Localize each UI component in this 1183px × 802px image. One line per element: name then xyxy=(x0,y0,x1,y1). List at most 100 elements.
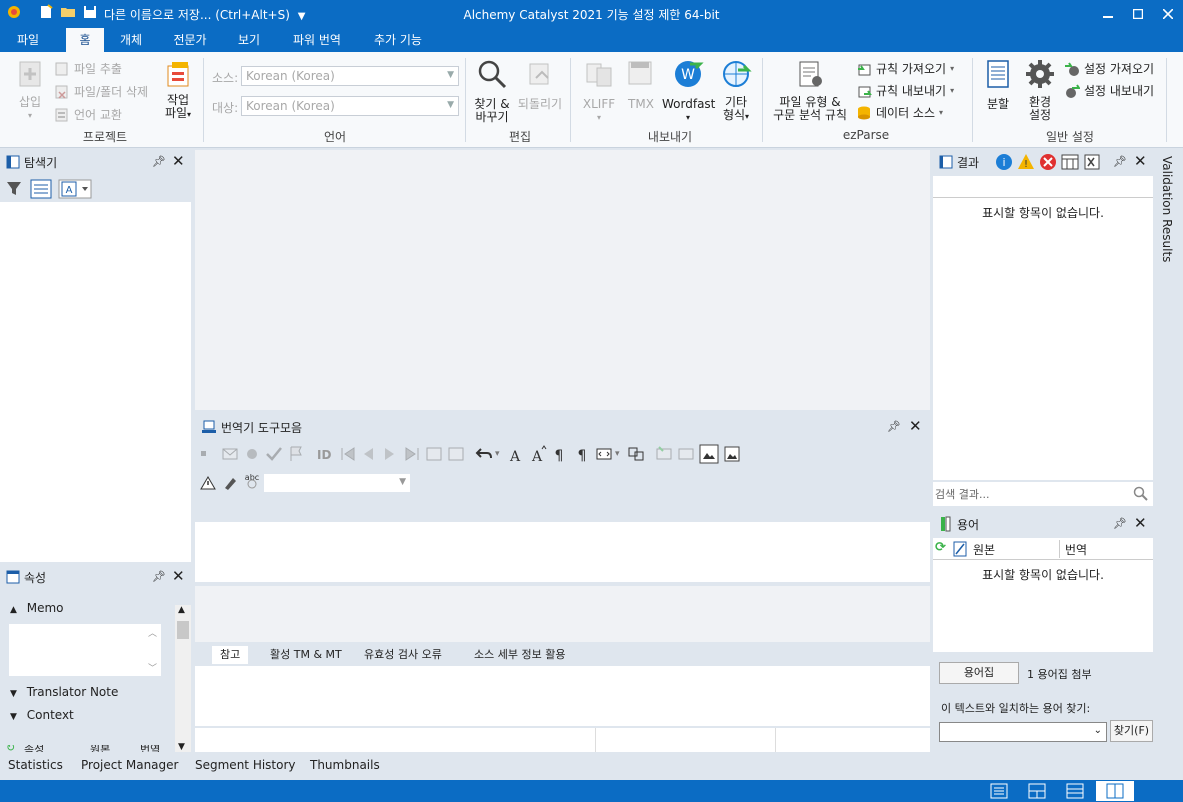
results-filter-bar[interactable] xyxy=(933,176,1153,198)
previous-segment-icon[interactable] xyxy=(359,445,377,463)
pilcrow-icon[interactable]: ¶ xyxy=(573,445,591,463)
tab-active-tm-mt[interactable]: 활성 TM & MT xyxy=(262,646,350,664)
scroll-thumb[interactable] xyxy=(177,621,189,639)
tab-file[interactable]: 파일 xyxy=(6,28,50,52)
source-segment-pane[interactable] xyxy=(195,522,930,582)
maximize-button[interactable] xyxy=(1123,0,1153,28)
memo-section[interactable]: ▲ Memo xyxy=(10,601,64,615)
tag-dropdown-icon[interactable]: ▾ xyxy=(615,449,620,459)
dictionary-select[interactable]: ▼ xyxy=(263,473,411,493)
tab-segment-history[interactable]: Segment History xyxy=(187,752,304,778)
tmx-button[interactable]: TMX xyxy=(622,58,660,111)
tab-source-details[interactable]: 소스 세부 정보 활용 xyxy=(466,646,573,664)
search-icon[interactable] xyxy=(1133,486,1149,502)
find-replace-button[interactable]: 찾기 & 바꾸기 xyxy=(470,58,514,124)
copy-source-icon[interactable] xyxy=(655,445,673,463)
close-icon[interactable]: ✕ xyxy=(1134,514,1147,532)
increase-font-icon[interactable]: A xyxy=(529,445,547,463)
file-type-parse-rules-button[interactable]: 파일 유형 & 구문 분석 규칙 xyxy=(768,58,852,122)
grid-icon[interactable] xyxy=(1061,153,1079,171)
data-source-button[interactable]: 데이터 소스 ▾ xyxy=(856,104,943,121)
terms-col-translation[interactable]: 번역 xyxy=(1065,541,1087,558)
pin-icon[interactable]: 📌︎ xyxy=(887,420,901,433)
tab-add-ins[interactable]: 추가 기능 xyxy=(362,28,434,52)
mark-icon[interactable] xyxy=(243,445,261,463)
other-format-button[interactable]: 기타 형식▾ xyxy=(714,58,758,123)
translator-note-section[interactable]: ▼ Translator Note xyxy=(10,685,118,699)
clear-translation-icon[interactable] xyxy=(677,445,695,463)
tab-statistics[interactable]: Statistics xyxy=(0,752,71,778)
tab-power-translate[interactable]: 파워 번역 xyxy=(282,28,352,52)
pin-icon[interactable]: 📌︎ xyxy=(1113,517,1127,530)
layout-list-icon[interactable] xyxy=(990,783,1008,799)
results-list[interactable]: 표시할 항목이 없습니다. xyxy=(933,198,1153,480)
swap-language-button[interactable]: 언어 교환 xyxy=(54,106,122,123)
warning-icon[interactable] xyxy=(199,474,217,492)
pin-icon[interactable]: 📌︎ xyxy=(152,155,166,168)
tag-icon[interactable] xyxy=(595,445,613,463)
next-segment-icon[interactable] xyxy=(381,445,399,463)
close-icon[interactable]: ✕ xyxy=(909,417,922,435)
list-view-icon[interactable] xyxy=(30,179,52,199)
font-selector-icon[interactable]: A xyxy=(58,179,92,199)
layout-split-icon[interactable] xyxy=(1028,783,1046,799)
tab-view[interactable]: 보기 xyxy=(228,28,270,52)
layout-vertical-active[interactable] xyxy=(1096,781,1134,801)
delete-file-folder-button[interactable]: 파일/폴더 삭제 xyxy=(54,83,148,100)
edit-term-icon[interactable] xyxy=(953,541,967,557)
target-segment-pane[interactable] xyxy=(195,586,930,642)
image-icon[interactable] xyxy=(723,445,741,463)
first-segment-icon[interactable] xyxy=(339,445,357,463)
glossary-button[interactable]: 용어집 xyxy=(939,662,1019,684)
properties-scrollbar[interactable]: ▲ ▼ xyxy=(175,605,191,752)
check-icon[interactable] xyxy=(265,445,283,463)
minimize-button[interactable] xyxy=(1093,0,1123,28)
refresh-icon[interactable]: ⟳ xyxy=(935,540,946,555)
id-button[interactable]: ID xyxy=(317,448,331,462)
pilcrow-tag-icon[interactable]: ¶ xyxy=(551,445,569,463)
decrease-font-icon[interactable]: A xyxy=(507,445,525,463)
pin-icon[interactable]: 📌︎ xyxy=(152,570,166,583)
xliff-button[interactable]: XLIFF ▾ xyxy=(578,58,620,124)
wordfast-button[interactable]: W Wordfast ▾ xyxy=(662,58,715,124)
segment-icon[interactable] xyxy=(199,445,217,463)
close-icon[interactable]: ✕ xyxy=(1134,152,1147,170)
link-icon[interactable] xyxy=(627,445,645,463)
abc-check-icon[interactable]: abc xyxy=(243,472,261,490)
tab-object[interactable]: 개체 xyxy=(110,28,152,52)
scroll-up-icon[interactable]: ▲ xyxy=(178,605,185,615)
export-rules-button[interactable]: 규칙 내보내기 ▾ xyxy=(856,82,954,99)
pin-icon[interactable]: 📌︎ xyxy=(1113,155,1127,168)
find-terms-select[interactable]: ⌄ xyxy=(939,722,1107,742)
import-rules-button[interactable]: 규칙 가져오기 ▾ xyxy=(856,60,954,77)
tab-validation-errors[interactable]: 유효성 검사 오류 xyxy=(356,646,450,664)
close-icon[interactable]: ✕ xyxy=(172,152,185,170)
close-icon[interactable]: ✕ xyxy=(172,567,185,585)
filter-icon[interactable] xyxy=(6,180,24,198)
terms-col-source[interactable]: 원본 xyxy=(973,541,995,558)
source-language-select[interactable]: Korean (Korea) ▼ xyxy=(241,66,459,86)
tab-reference[interactable]: 참고 xyxy=(212,646,249,664)
environment-settings-button[interactable]: 환경 설정 xyxy=(1020,58,1060,122)
tab-thumbnails[interactable]: Thumbnails xyxy=(302,752,388,778)
tab-home[interactable]: 홈 xyxy=(66,28,104,52)
results-search-input[interactable]: 검색 결과... xyxy=(933,482,1153,506)
insert-button[interactable]: 삽입 ▾ xyxy=(10,58,50,122)
image-active-icon[interactable] xyxy=(699,444,719,464)
layout-horizontal-icon[interactable] xyxy=(1066,783,1084,799)
context-section[interactable]: ▼ Context xyxy=(10,708,74,722)
extract-file-button[interactable]: 파일 추출 xyxy=(54,60,122,77)
info-icon[interactable]: i xyxy=(995,153,1013,171)
flag-icon[interactable] xyxy=(287,445,305,463)
scroll-down-icon[interactable]: ▼ xyxy=(178,742,185,752)
import-settings-button[interactable]: 설정 가져오기 xyxy=(1064,60,1154,77)
explorer-tree[interactable] xyxy=(0,202,191,562)
split-button[interactable]: 분할 xyxy=(980,58,1016,111)
spellcheck-icon[interactable] xyxy=(221,474,239,492)
find-terms-button[interactable]: 찾기(F) xyxy=(1110,720,1153,742)
target-language-select[interactable]: Korean (Korea) ▼ xyxy=(241,96,459,116)
terms-list[interactable]: 표시할 항목이 없습니다. xyxy=(933,560,1153,652)
undo-icon[interactable] xyxy=(475,445,493,463)
warning-icon[interactable]: ! xyxy=(1017,153,1035,171)
jump-back-icon[interactable] xyxy=(425,445,443,463)
